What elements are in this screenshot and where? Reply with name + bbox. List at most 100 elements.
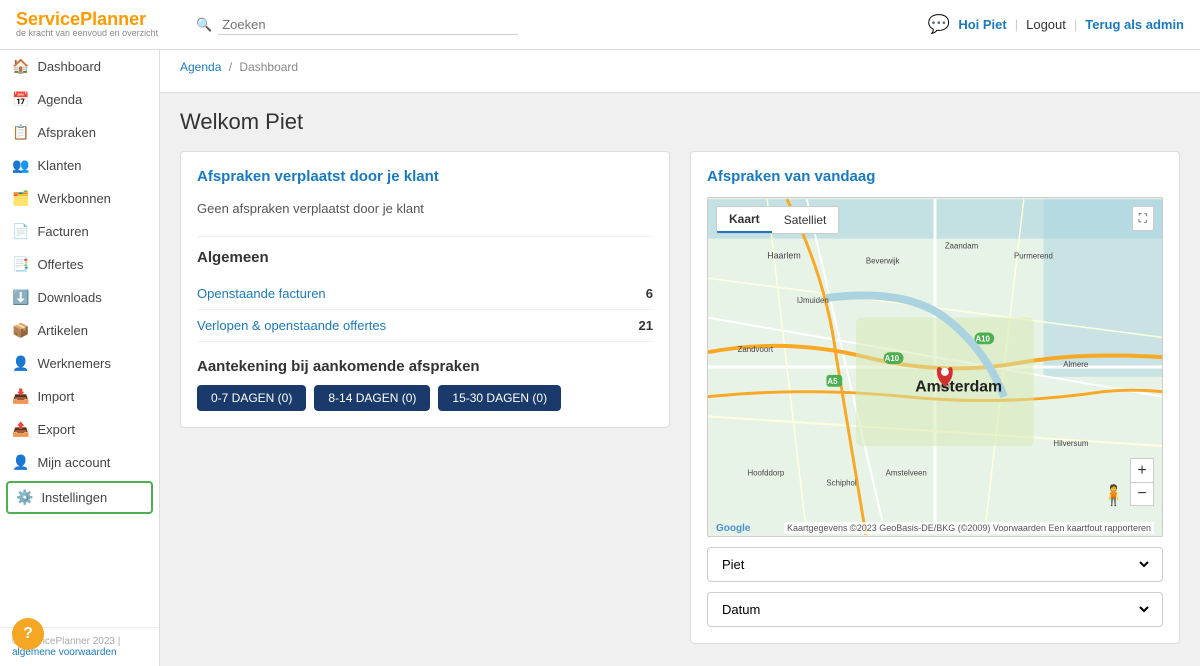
right-card: Afspraken van vandaag (690, 151, 1180, 644)
logo-sub: de kracht van eenvoud en overzicht (16, 29, 176, 39)
svg-text:Amsterdam: Amsterdam (915, 379, 1002, 396)
google-map-logo: Google (716, 523, 750, 534)
svg-text:Haarlem: Haarlem (767, 250, 801, 260)
chat-icon[interactable]: 💬 (928, 14, 950, 35)
sep-2: | (1074, 17, 1077, 32)
sidebar-label-dashboard: Dashboard (37, 59, 101, 74)
sidebar-label-instellingen: Instellingen (41, 490, 107, 505)
content-area: Agenda / Dashboard Welkom Piet Afspraken… (160, 50, 1200, 666)
appointments-today-title: Afspraken van vandaag (707, 168, 1163, 185)
logo-text-2: Planner (80, 9, 146, 29)
main-layout: 🏠 Dashboard 📅 Agenda 📋Afspraken👥Klanten🗂️Wer… (0, 50, 1200, 666)
logo: ServicePlanner de kracht van eenvoud en … (16, 10, 176, 40)
top-header: ServicePlanner de kracht van eenvoud en … (0, 0, 1200, 50)
facturen-icon: 📄 (12, 223, 29, 240)
svg-text:Zaandam: Zaandam (945, 242, 979, 251)
street-view-icon[interactable]: 🧍 (1101, 483, 1126, 508)
sidebar-item-instellingen[interactable]: ⚙️Instellingen (6, 481, 153, 514)
sidebar-label-werknemers: Werknemers (37, 356, 110, 371)
logo-text: ServicePlanner (16, 10, 176, 30)
sidebar-label-werkbonnen: Werkbonnen (37, 191, 110, 206)
stat-row: Verlopen & openstaande offertes 21 (197, 310, 653, 342)
general-title: Algemeen (197, 249, 653, 266)
logout-link[interactable]: Logout (1026, 17, 1066, 32)
sidebar-item-dashboard[interactable]: 🏠 Dashboard (0, 50, 159, 83)
import-icon: 📥 (12, 388, 29, 405)
map-tab-satelliet[interactable]: Satelliet (772, 207, 839, 233)
sidebar-item-agenda[interactable]: 📅 Agenda (0, 83, 159, 116)
header-right: 💬 Hoi Piet | Logout | Terug als admin (928, 14, 1184, 35)
map-svg: Amsterdam Haarlem Zandvoort Purmerend Al… (708, 198, 1162, 536)
greeting: Hoi Piet (958, 17, 1006, 32)
dashboard-icon: 🏠 (12, 58, 29, 75)
employee-select[interactable]: Piet (718, 556, 1152, 573)
day-range-button[interactable]: 8-14 DAGEN (0) (314, 385, 430, 411)
stat-label[interactable]: Openstaande facturen (197, 286, 326, 301)
date-dropdown[interactable]: Datum (707, 592, 1163, 627)
sep-1: | (1015, 17, 1018, 32)
main-grid: Afspraken verplaatst door je klant Geen … (180, 151, 1180, 644)
stat-row: Openstaande facturen 6 (197, 278, 653, 310)
date-select[interactable]: Datum (718, 601, 1152, 618)
mijn-account-icon: 👤 (12, 454, 29, 471)
sidebar-item-downloads[interactable]: ⬇️ Downloads (0, 281, 159, 314)
sidebar-label-agenda: Agenda (37, 92, 82, 107)
logo-text-1: Service (16, 9, 80, 29)
annotation-title: Aantekening bij aankomende afspraken (197, 358, 653, 375)
back-admin-link[interactable]: Terug als admin (1085, 17, 1184, 32)
stat-value: 21 (639, 318, 653, 333)
map-tab-kaart[interactable]: Kaart (717, 207, 772, 233)
employee-dropdown[interactable]: Piet (707, 547, 1163, 582)
sidebar-item-werknemers[interactable]: 👤 Werknemers (0, 347, 159, 380)
stat-label[interactable]: Verlopen & openstaande offertes (197, 318, 386, 333)
map-attribution: Kaartgegevens ©2023 GeoBasis-DE/BKG (©20… (784, 522, 1154, 534)
klanten-icon: 👥 (12, 157, 29, 174)
stat-value: 6 (646, 286, 653, 301)
search-input[interactable] (218, 15, 518, 35)
breadcrumb-sep: / (229, 60, 236, 74)
svg-text:Hoofddorp: Hoofddorp (747, 469, 784, 478)
sidebar-item-export[interactable]: 📤Export (0, 413, 159, 446)
agenda-icon: 📅 (12, 91, 29, 108)
appointments-moved-title: Afspraken verplaatst door je klant (197, 168, 653, 185)
sidebar-label-downloads: Downloads (37, 290, 101, 305)
page-title: Welkom Piet (180, 109, 1180, 135)
zoom-in-button[interactable]: + (1130, 458, 1154, 482)
svg-text:Almere: Almere (1063, 360, 1089, 369)
sidebar-item-mijn-account[interactable]: 👤Mijn account (0, 446, 159, 479)
map-expand-button[interactable]: ⛶ (1132, 206, 1154, 231)
svg-text:Hilversum: Hilversum (1053, 439, 1088, 448)
sidebar-label-import: Import (37, 389, 74, 404)
search-icon: 🔍 (196, 17, 212, 33)
breadcrumb-agenda[interactable]: Agenda (180, 60, 221, 74)
help-button[interactable]: ? (12, 618, 44, 650)
svg-text:Zandvoort: Zandvoort (738, 345, 774, 354)
sidebar-item-klanten[interactable]: 👥Klanten (0, 149, 159, 182)
sidebar-item-facturen[interactable]: 📄 Facturen (0, 215, 159, 248)
sidebar-item-werkbonnen[interactable]: 🗂️Werkbonnen (0, 182, 159, 215)
export-icon: 📤 (12, 421, 29, 438)
downloads-icon: ⬇️ (12, 289, 29, 306)
map-tabs: Kaart Satelliet (716, 206, 839, 234)
sidebar-label-offertes: Offertes (37, 257, 83, 272)
afspraken-icon: 📋 (12, 124, 29, 141)
day-buttons: 0-7 DAGEN (0) 8-14 DAGEN (0) 15-30 DAGEN (… (197, 385, 653, 411)
zoom-out-button[interactable]: − (1130, 482, 1154, 506)
appointments-moved-card: Afspraken verplaatst door je klant Geen … (180, 151, 670, 428)
sidebar-item-import[interactable]: 📥 Import (0, 380, 159, 413)
svg-text:A10: A10 (885, 354, 900, 363)
sidebar-label-artikelen: Artikelen (37, 323, 88, 338)
svg-text:Beverwijk: Beverwijk (866, 256, 900, 265)
day-range-button[interactable]: 0-7 DAGEN (0) (197, 385, 306, 411)
werknemers-icon: 👤 (12, 355, 29, 372)
sidebar-item-afspraken[interactable]: 📋Afspraken (0, 116, 159, 149)
breadcrumb-bar: Agenda / Dashboard (160, 50, 1200, 93)
svg-text:A5: A5 (827, 377, 838, 386)
map-container: Amsterdam Haarlem Zandvoort Purmerend Al… (707, 197, 1163, 537)
day-range-button[interactable]: 15-30 DAGEN (0) (438, 385, 561, 411)
sidebar-label-facturen: Facturen (37, 224, 88, 239)
no-appointments-text: Geen afspraken verplaatst door je klant (197, 197, 653, 224)
sidebar-item-offertes[interactable]: 📑Offertes (0, 248, 159, 281)
sidebar: 🏠 Dashboard 📅 Agenda 📋Afspraken👥Klanten🗂️Wer… (0, 50, 160, 666)
sidebar-item-artikelen[interactable]: 📦Artikelen (0, 314, 159, 347)
